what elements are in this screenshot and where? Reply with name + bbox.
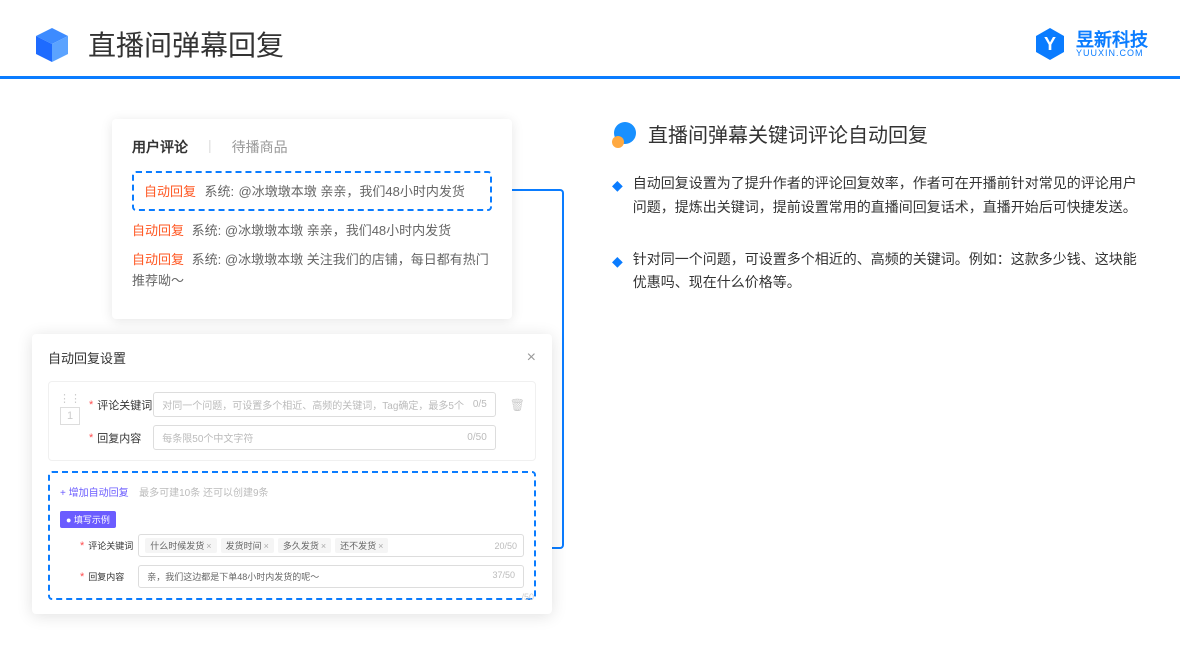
reply-input[interactable]: 每条限50个中文字符 0/50 — [153, 425, 495, 450]
field-label-reply: 回复内容 — [97, 430, 153, 446]
cube-icon — [32, 24, 72, 64]
diamond-bullet-icon: ◆ — [612, 250, 623, 296]
example-tags[interactable]: 什么时候发货× 发货时间× 多久发货× 还不发货× 20/50 — [138, 534, 524, 557]
drag-icon[interactable]: ⋮⋮ — [59, 392, 81, 405]
section-subtitle: 直播间弹幕关键词评论自动回复 — [648, 119, 928, 148]
auto-reply-label: 自动回复 — [144, 184, 196, 199]
page-header: 直播间弹幕回复 Y 昱新科技 YUUXIN.COM — [0, 0, 1180, 79]
comments-card: 用户评论 | 待播商品 自动回复 系统: @冰墩墩本墩 亲亲，我们48小时内发货… — [112, 119, 512, 319]
tab-comments[interactable]: 用户评论 — [132, 137, 188, 157]
brand-logo: Y 昱新科技 YUUXIN.COM — [1032, 26, 1148, 62]
bullet-icon — [612, 122, 636, 146]
bullet-point: ◆ 针对同一个问题，可设置多个相近的、高频的关键词。例如：这款多少钱、这块能优惠… — [612, 248, 1148, 296]
modal-title: 自动回复设置 — [48, 348, 126, 367]
required-star: * — [89, 432, 93, 444]
add-hint: 最多可建10条 还可以创建9条 — [139, 488, 268, 499]
field-label-keyword: 评论关键词 — [97, 397, 153, 413]
svg-text:Y: Y — [1044, 34, 1056, 54]
settings-modal: 自动回复设置 × ⋮⋮ 1 * 评论关键词 对同一个问题，可设置多个相近、高频的… — [32, 334, 552, 614]
ex-label-reply: 回复内容 — [88, 570, 138, 583]
brand-name: 昱新科技 — [1076, 31, 1148, 49]
tag-pill: 发货时间× — [221, 538, 274, 553]
example-block: + 增加自动回复 最多可建10条 还可以创建9条 ● 填写示例 * 评论关键词 … — [48, 471, 536, 600]
bullet-point: ◆ 自动回复设置为了提升作者的评论回复效率，作者可在开播前针对常见的评论用户问题… — [612, 172, 1148, 220]
diamond-bullet-icon: ◆ — [612, 174, 623, 220]
tag-pill: 还不发货× — [335, 538, 388, 553]
tag-pill: 多久发货× — [278, 538, 331, 553]
example-badge: ● 填写示例 — [60, 511, 116, 528]
highlighted-comment: 自动回复 系统: @冰墩墩本墩 亲亲，我们48小时内发货 — [132, 171, 492, 211]
comment-line: 自动回复 系统: @冰墩墩本墩 亲亲，我们48小时内发货 — [132, 221, 492, 242]
right-column: 直播间弹幕关键词评论自动回复 ◆ 自动回复设置为了提升作者的评论回复效率，作者可… — [552, 119, 1148, 323]
required-star: * — [89, 399, 93, 411]
tab-products[interactable]: 待播商品 — [232, 137, 288, 157]
brand-icon: Y — [1032, 26, 1068, 62]
left-column: 用户评论 | 待播商品 自动回复 系统: @冰墩墩本墩 亲亲，我们48小时内发货… — [32, 119, 552, 323]
tabs: 用户评论 | 待播商品 — [132, 137, 492, 157]
bottom-counter: /50 — [521, 592, 534, 602]
close-icon[interactable]: × — [527, 349, 536, 367]
ex-label-keyword: 评论关键词 — [88, 539, 138, 552]
example-reply-input[interactable]: 亲，我们这边都是下单48小时内发货的呢～ 37/50 — [138, 565, 524, 588]
page-title: 直播间弹幕回复 — [88, 24, 1032, 64]
add-reply-link[interactable]: + 增加自动回复 — [60, 488, 129, 499]
brand-sub: YUUXIN.COM — [1076, 49, 1148, 58]
delete-icon[interactable]: 🗑 — [510, 398, 525, 412]
comment-text: @冰墩墩本墩 亲亲，我们48小时内发货 — [239, 184, 465, 199]
item-number: 1 — [60, 407, 80, 425]
tag-pill: 什么时候发货× — [145, 538, 216, 553]
comment-line: 自动回复 系统: @冰墩墩本墩 关注我们的店铺，每日都有热门推荐呦～ — [132, 250, 492, 292]
system-label: 系统: — [204, 184, 234, 199]
form-block: ⋮⋮ 1 * 评论关键词 对同一个问题，可设置多个相近、高频的关键词，Tag确定… — [48, 381, 536, 461]
keyword-input[interactable]: 对同一个问题，可设置多个相近、高频的关键词，Tag确定，最多5个 0/5 — [153, 392, 495, 417]
tab-divider: | — [208, 137, 212, 157]
